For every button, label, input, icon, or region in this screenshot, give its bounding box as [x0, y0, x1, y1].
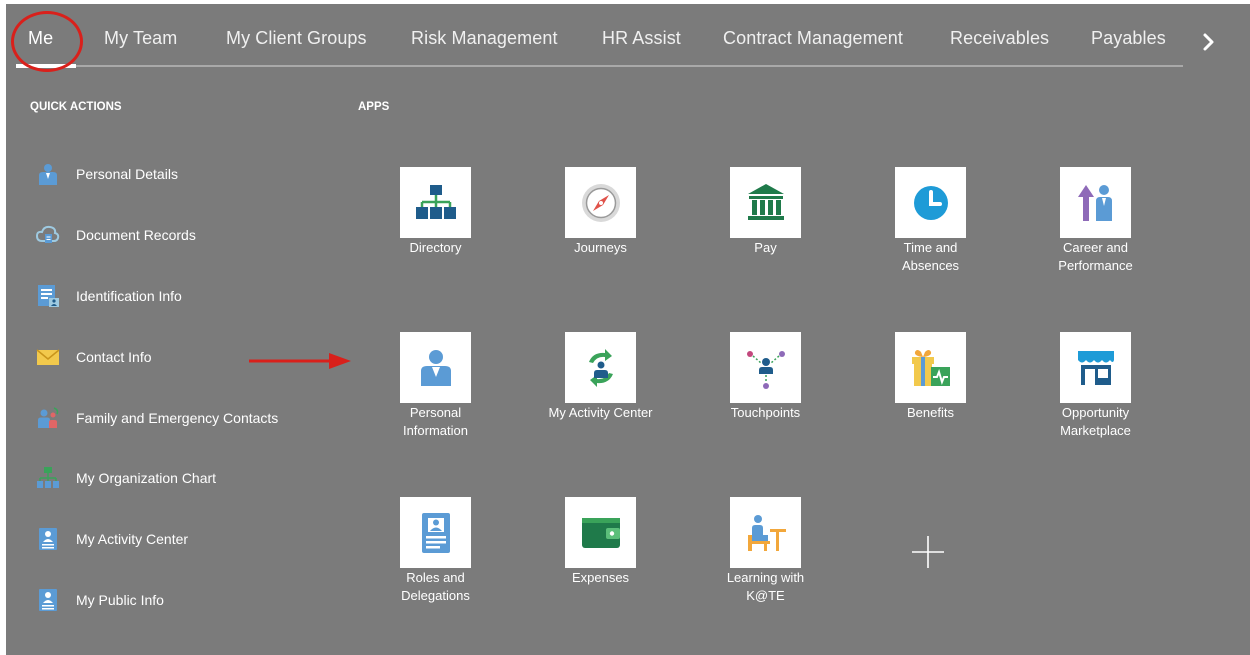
compass-icon — [565, 167, 636, 238]
badge-icon — [36, 527, 60, 551]
quick-action-my-public-info[interactable]: My Public Info — [36, 588, 326, 614]
family-icon — [36, 406, 60, 430]
quick-action-label: Contact Info — [76, 349, 152, 365]
top-navigation: Me My Team My Client Groups Risk Managem… — [6, 4, 1250, 72]
app-pay[interactable]: Pay — [690, 167, 840, 317]
cloud-document-icon — [35, 223, 60, 247]
tab-my-team[interactable]: My Team — [104, 28, 177, 49]
tab-contract-management[interactable]: Contract Management — [723, 28, 903, 49]
quick-action-document-records[interactable]: Document Records — [35, 223, 326, 249]
storefront-icon — [1060, 332, 1131, 403]
quick-action-family-emergency-contacts[interactable]: Family and Emergency Contacts — [36, 406, 326, 432]
tab-my-client-groups[interactable]: My Client Groups — [226, 28, 367, 49]
app-label: Expenses — [571, 570, 630, 585]
quick-action-label: Family and Emergency Contacts — [76, 410, 279, 426]
app-label: Roles and Delegations — [401, 570, 470, 603]
quick-action-label: My Organization Chart — [76, 470, 217, 486]
quick-action-label: Identification Info — [76, 288, 182, 304]
tab-bar-divider — [16, 65, 1183, 67]
id-badge-icon — [400, 497, 471, 568]
app-label: Benefits — [907, 405, 954, 420]
annotation-arrow-icon — [249, 350, 353, 372]
app-label: My Activity Center — [548, 405, 653, 420]
learning-desk-icon — [730, 497, 801, 568]
app-directory[interactable]: Directory — [360, 167, 510, 317]
gift-icon — [895, 332, 966, 403]
tab-risk-management[interactable]: Risk Management — [411, 28, 558, 49]
person-icon — [36, 162, 60, 186]
app-label: Time and Absences — [901, 240, 960, 273]
quick-actions-heading: QUICK ACTIONS — [30, 101, 122, 113]
plus-icon[interactable] — [910, 534, 946, 570]
tab-hr-assist[interactable]: HR Assist — [602, 28, 681, 49]
badge-icon — [36, 588, 60, 612]
app-label: Career and Performance — [1058, 240, 1133, 273]
app-label: Personal Information — [402, 405, 469, 438]
annotation-highlight-circle — [11, 11, 83, 72]
app-career-and-performance[interactable]: Career and Performance — [1020, 167, 1170, 317]
quick-action-label: My Public Info — [76, 592, 164, 608]
quick-action-identification-info[interactable]: Identification Info — [36, 284, 326, 310]
quick-action-label: My Activity Center — [76, 531, 189, 547]
app-benefits[interactable]: Benefits — [855, 332, 1005, 482]
org-chart-icon — [36, 466, 60, 490]
chevron-right-icon[interactable] — [1196, 30, 1220, 54]
id-document-icon — [36, 284, 60, 308]
app-label: Touchpoints — [730, 405, 801, 420]
clock-icon — [895, 167, 966, 238]
bank-icon — [730, 167, 801, 238]
app-time-and-absences[interactable]: Time and Absences — [855, 167, 1005, 317]
app-my-activity-center[interactable]: My Activity Center — [525, 332, 675, 482]
app-journeys[interactable]: Journeys — [525, 167, 675, 317]
app-label: Pay — [754, 240, 777, 255]
envelope-icon — [36, 345, 60, 369]
person-icon — [400, 332, 471, 403]
app-personal-information[interactable]: Personal Information — [360, 332, 510, 482]
app-label: Journeys — [574, 240, 627, 255]
tab-payables[interactable]: Payables — [1091, 28, 1166, 49]
app-label: Learning with K@TE — [726, 570, 805, 603]
touchpoints-icon — [730, 332, 801, 403]
quick-action-my-organization-chart[interactable]: My Organization Chart — [36, 466, 326, 492]
app-label: Directory — [409, 240, 462, 255]
apps-heading: APPS — [358, 101, 390, 113]
quick-action-label: Document Records — [76, 227, 196, 243]
wallet-icon — [565, 497, 636, 568]
quick-action-my-activity-center[interactable]: My Activity Center — [36, 527, 326, 553]
org-chart-icon — [400, 167, 471, 238]
quick-action-label: Personal Details — [76, 166, 178, 182]
me-springboard: Me My Team My Client Groups Risk Managem… — [6, 4, 1250, 655]
app-label: Opportunity Marketplace — [1060, 405, 1131, 438]
quick-action-personal-details[interactable]: Personal Details — [36, 162, 326, 188]
app-roles-and-delegations[interactable]: Roles and Delegations — [360, 497, 510, 647]
activity-refresh-icon — [565, 332, 636, 403]
app-expenses[interactable]: Expenses — [525, 497, 675, 647]
app-touchpoints[interactable]: Touchpoints — [690, 332, 840, 482]
tab-receivables[interactable]: Receivables — [950, 28, 1049, 49]
career-arrow-icon — [1060, 167, 1131, 238]
app-learning-with-kate[interactable]: Learning with K@TE — [690, 497, 840, 647]
app-opportunity-marketplace[interactable]: Opportunity Marketplace — [1020, 332, 1170, 482]
